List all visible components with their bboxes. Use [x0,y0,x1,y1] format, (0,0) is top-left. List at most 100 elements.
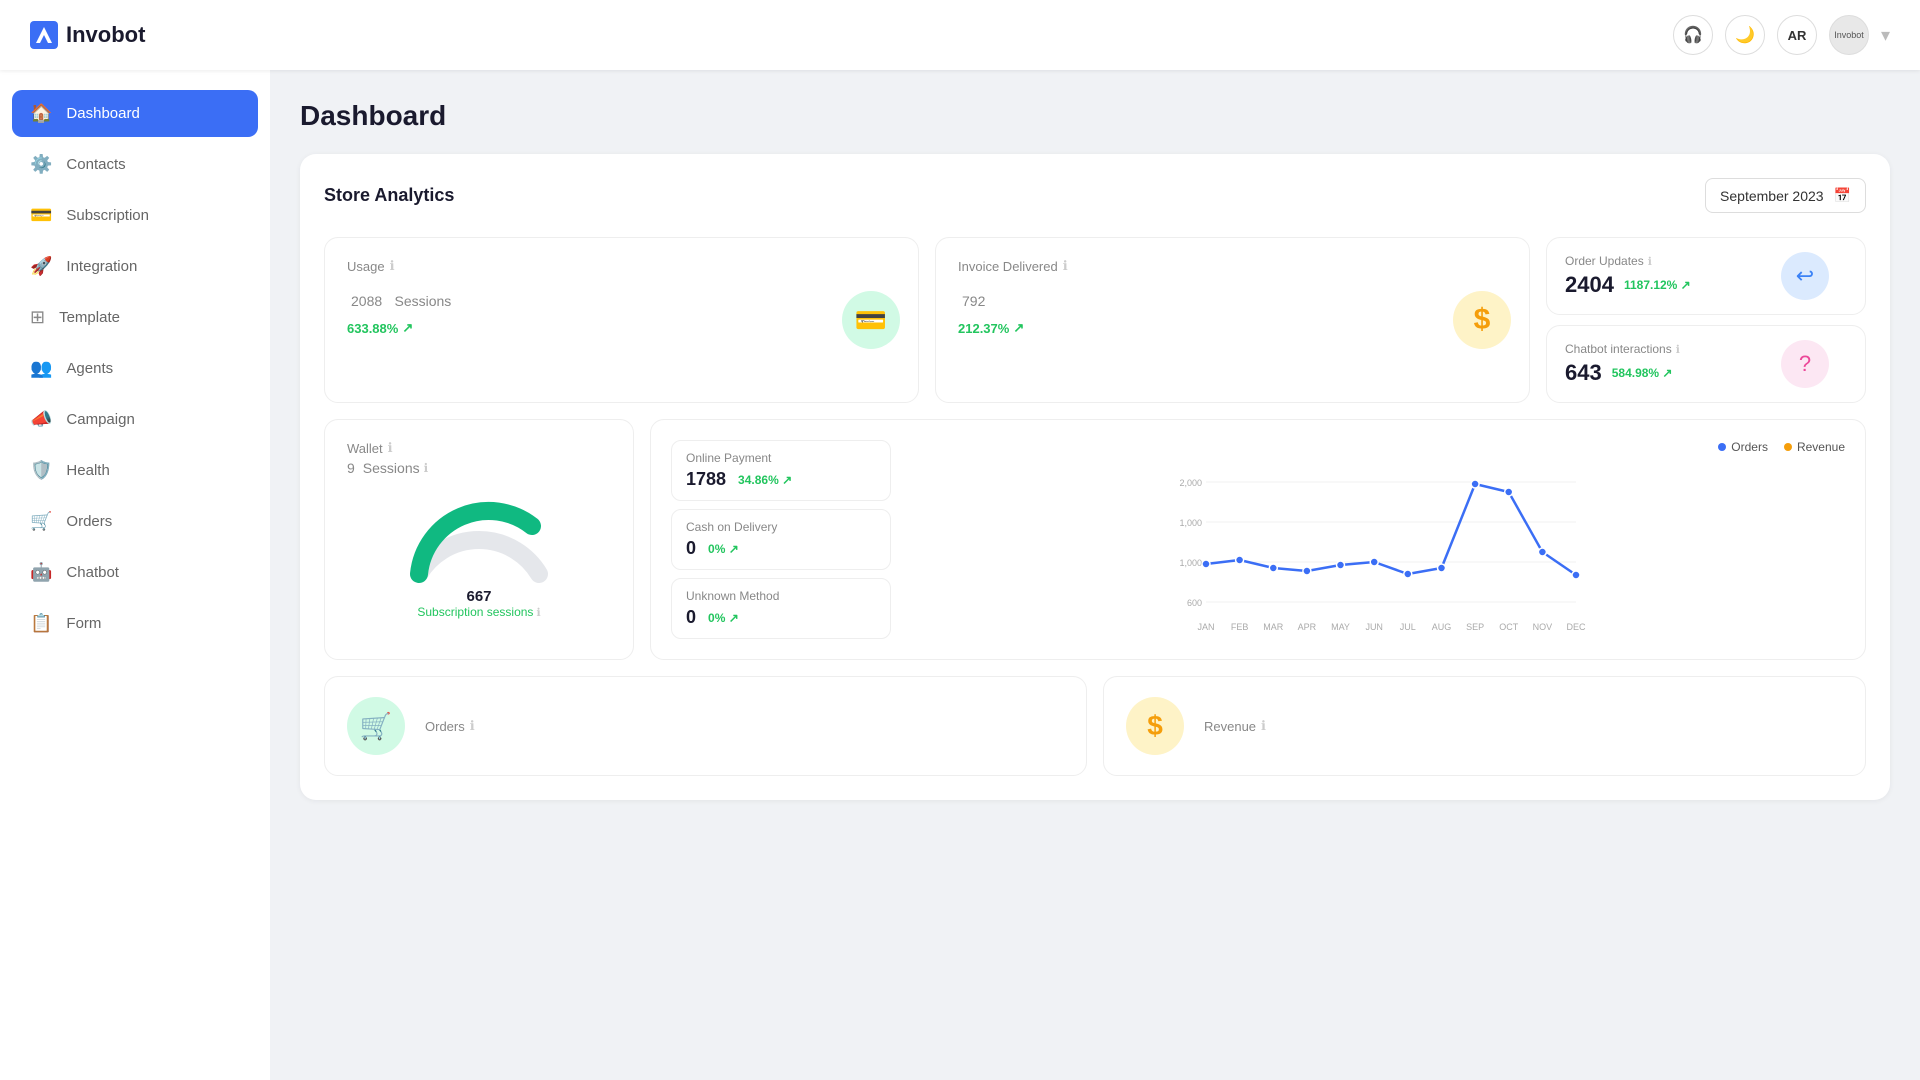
svg-text:AUG: AUG [1432,622,1452,632]
wallet-label: Wallet ℹ [347,440,611,456]
sidebar-label-template: Template [59,309,120,326]
svg-text:600: 600 [1187,598,1202,608]
chatbot-icon: 🤖 [30,562,52,583]
sidebar-label-health: Health [66,462,109,479]
sidebar-item-subscription[interactable]: 💳 Subscription [12,192,258,239]
svg-text:2,000: 2,000 [1179,478,1202,488]
invoice-trend-icon: ↗ [1013,320,1024,336]
sidebar-label-agents: Agents [66,360,113,377]
online-payment-label: Online Payment [686,451,876,465]
logo-icon [30,21,58,49]
page-title: Dashboard [300,100,1890,132]
order-updates-icon: ↩ [1781,252,1829,300]
svg-text:MAR: MAR [1263,622,1284,632]
svg-text:1,000: 1,000 [1179,558,1202,568]
invoice-icon: $ [1453,291,1511,349]
sidebar-item-campaign[interactable]: 📣 Campaign [12,396,258,443]
date-picker[interactable]: September 2023 📅 [1705,178,1866,213]
sidebar: 🏠 Dashboard ⚙️ Contacts 💳 Subscription 🚀… [0,70,270,1080]
chatbot-card: Chatbot interactions ℹ 643 584.98% ↗ ? [1546,325,1866,403]
sidebar-item-contacts[interactable]: ⚙️ Contacts [12,141,258,188]
invoice-label: Invoice Delivered ℹ [958,258,1507,274]
svg-text:NOV: NOV [1533,622,1553,632]
sidebar-item-agents[interactable]: 👥 Agents [12,345,258,392]
revenue-bottom-info: Revenue ℹ [1204,718,1266,734]
revenue-bottom-icon: $ [1126,697,1184,755]
order-updates-info-icon: ℹ [1648,255,1652,268]
health-icon: 🛡️ [30,460,52,481]
chart-legend: Orders Revenue [907,440,1845,454]
cod-payment-item: Cash on Delivery 0 0% ↗ [671,509,891,570]
svg-text:JUL: JUL [1400,622,1416,632]
chart-container: 600 1,000 1,000 2,000 JANFEBMARAPRMAYJUN… [907,462,1845,637]
dark-mode-button[interactable]: 🌙 [1725,15,1765,55]
sidebar-item-form[interactable]: 📋 Form [12,600,258,647]
online-payment-pct: 34.86% ↗ [738,473,792,487]
form-icon: 📋 [30,613,52,634]
usage-value: 2088 Sessions [347,280,896,314]
revenue-legend: Revenue [1784,440,1845,454]
sidebar-item-orders[interactable]: 🛒 Orders [12,498,258,545]
svg-text:SEP: SEP [1466,622,1484,632]
unknown-payment-label: Unknown Method [686,589,876,603]
revenue-legend-dot [1784,443,1792,451]
chatbot-icon: ? [1781,340,1829,388]
dashboard-icon: 🏠 [30,103,52,124]
header: Invobot 🎧 🌙 AR Invobot ▾ [0,0,1920,70]
orders-bottom-card: 🛒 Orders ℹ [324,676,1087,776]
headset-button[interactable]: 🎧 [1673,15,1713,55]
revenue-bottom-card: $ Revenue ℹ [1103,676,1866,776]
analytics-header: Store Analytics September 2023 📅 [324,178,1866,213]
wallet-sessions-info-icon: ℹ [424,461,429,475]
wallet-unit: Sessions ℹ [363,460,428,476]
subscription-icon: 💳 [30,205,52,226]
calendar-icon: 📅 [1834,187,1851,204]
svg-text:FEB: FEB [1231,622,1249,632]
invoice-value: 792 [958,280,1507,314]
revenue-bottom-label: Revenue ℹ [1204,718,1266,734]
sidebar-item-chatbot[interactable]: 🤖 Chatbot [12,549,258,596]
orders-legend: Orders [1718,440,1768,454]
invoice-info-icon: ℹ [1063,258,1068,274]
user-avatar[interactable]: Invobot [1829,15,1869,55]
contacts-icon: ⚙️ [30,154,52,175]
chatbot-value: 643 [1565,360,1602,386]
payment-list: Online Payment 1788 34.86% ↗ Cash on Del… [671,440,891,639]
language-button[interactable]: AR [1777,15,1817,55]
bottom-row: 🛒 Orders ℹ $ Revenue ℹ [324,676,1866,776]
sidebar-item-dashboard[interactable]: 🏠 Dashboard [12,90,258,137]
campaign-icon: 📣 [30,409,52,430]
sidebar-label-subscription: Subscription [66,207,149,224]
online-payment-value: 1788 [686,469,726,490]
unknown-payment-value: 0 [686,607,696,628]
right-metric-stack: Order Updates ℹ 2404 1187.12% ↗ ↩ [1546,237,1866,403]
analytics-card: Store Analytics September 2023 📅 Usage ℹ [300,154,1890,800]
svg-text:APR: APR [1298,622,1317,632]
usage-icon: 💳 [842,291,900,349]
svg-text:1,000: 1,000 [1179,518,1202,528]
usage-trend-icon: ↗ [402,320,413,336]
order-updates-pct: 1187.12% ↗ [1624,278,1691,292]
revenue-info-icon: ℹ [1261,718,1266,734]
donut-chart: 667 Subscription sessions ℹ [347,484,611,619]
chatbot-pct: 584.98% ↗ [1612,366,1673,380]
orders-legend-dot [1718,443,1726,451]
svg-text:DEC: DEC [1566,622,1586,632]
sidebar-item-template[interactable]: ⊞ Template [12,294,258,341]
sidebar-label-chatbot: Chatbot [66,564,119,581]
main-content: Dashboard Store Analytics September 2023… [270,70,1920,1080]
agents-icon: 👥 [30,358,52,379]
donut-svg [399,484,559,584]
chatbot-label: Chatbot interactions ℹ [1565,342,1680,356]
analytics-title: Store Analytics [324,185,454,206]
template-icon: ⊞ [30,307,45,328]
avatar-dropdown-icon[interactable]: ▾ [1881,25,1890,46]
sidebar-item-health[interactable]: 🛡️ Health [12,447,258,494]
usage-pct: 633.88% ↗ [347,320,896,336]
sidebar-label-contacts: Contacts [66,156,125,173]
cod-payment-pct: 0% ↗ [708,542,739,556]
integration-icon: 🚀 [30,256,52,277]
donut-info-icon: ℹ [536,606,540,619]
sidebar-item-integration[interactable]: 🚀 Integration [12,243,258,290]
sidebar-label-dashboard: Dashboard [66,105,139,122]
